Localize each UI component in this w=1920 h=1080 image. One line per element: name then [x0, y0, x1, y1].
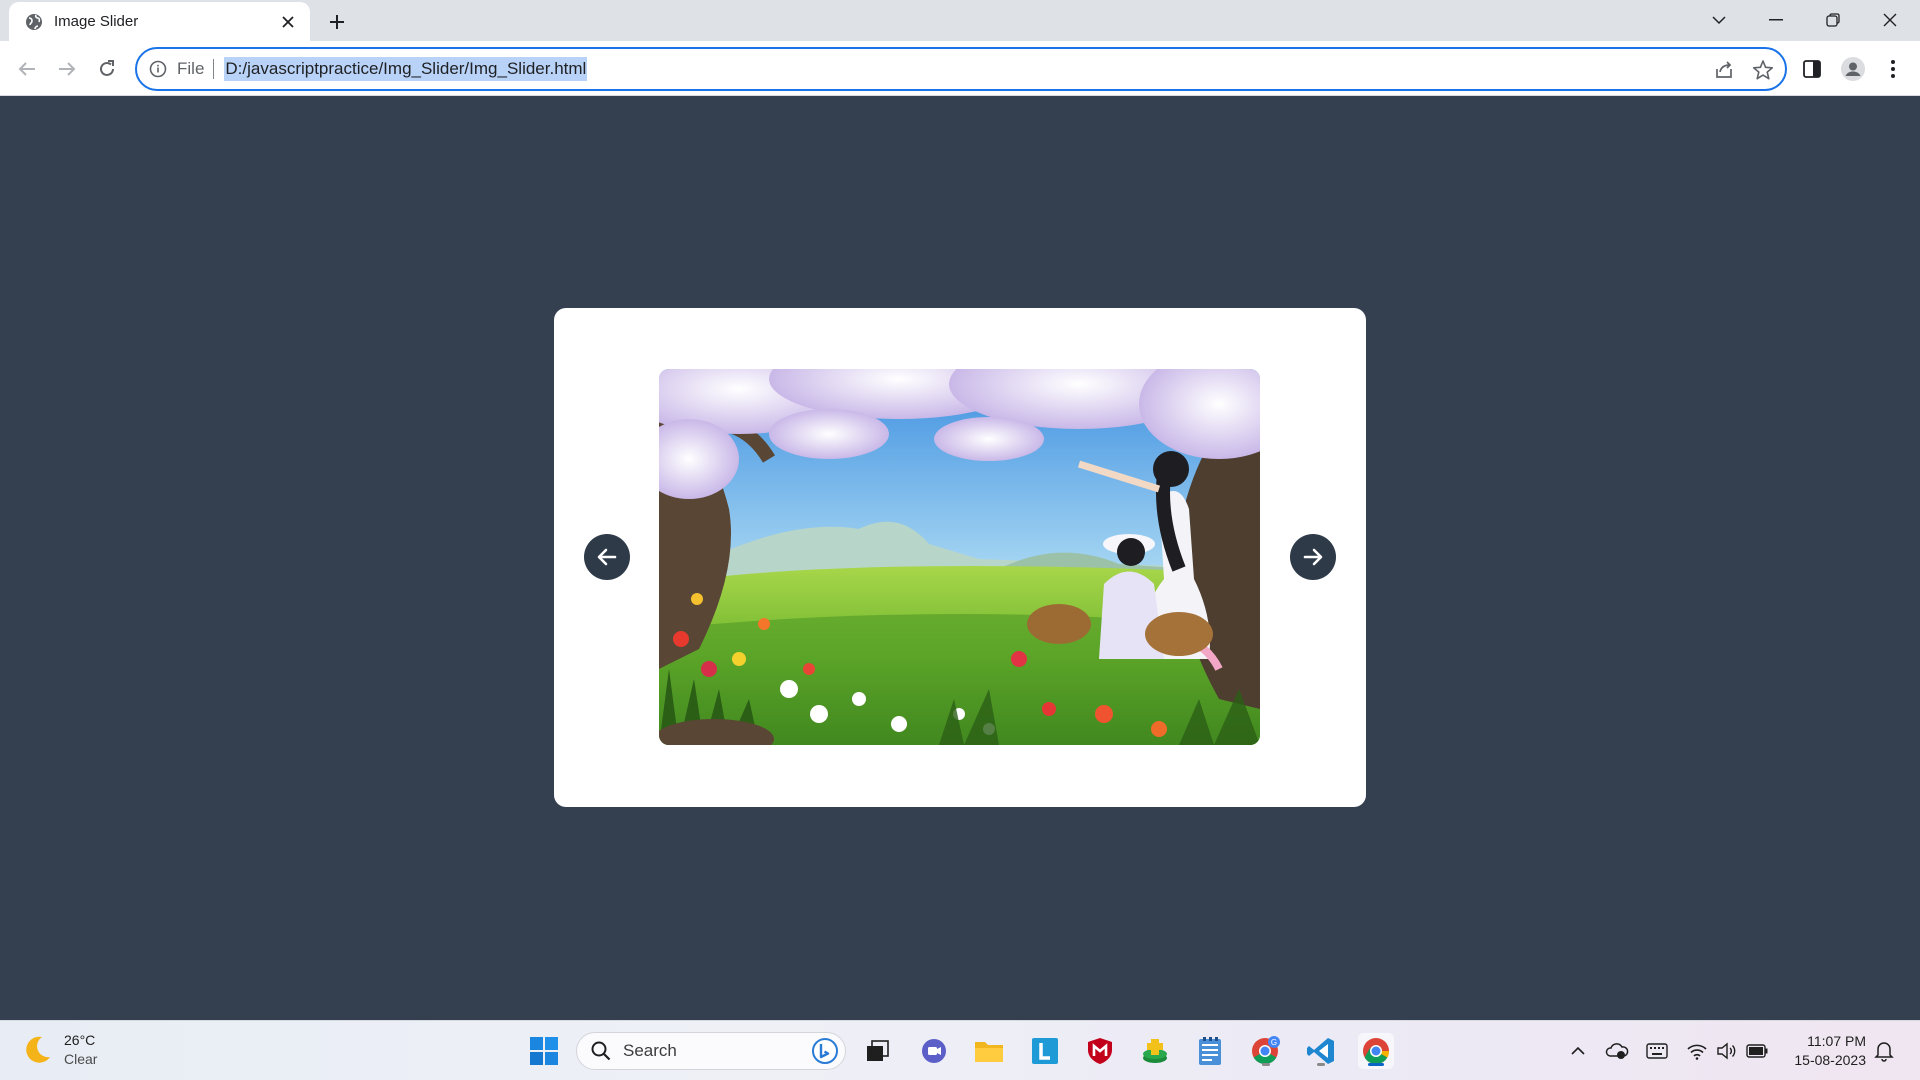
file-explorer-button[interactable]: [971, 1033, 1007, 1069]
minimize-button[interactable]: [1754, 6, 1798, 34]
windows-logo-icon: [530, 1037, 558, 1065]
page-viewport: [0, 96, 1920, 1020]
notification-bell-icon[interactable]: [1872, 1039, 1896, 1063]
vscode-icon: [1307, 1038, 1334, 1064]
chrome-button[interactable]: [1358, 1033, 1394, 1069]
close-window-button[interactable]: [1868, 6, 1912, 34]
clock-date: 15-08-2023: [1794, 1052, 1866, 1068]
search-icon: [591, 1041, 611, 1061]
forward-arrow-icon[interactable]: [54, 56, 80, 82]
weather-temperature: 26°C: [64, 1032, 96, 1048]
browser-tab[interactable]: Image Slider: [9, 2, 310, 41]
task-view-button[interactable]: [860, 1033, 896, 1069]
task-view-icon: [867, 1040, 889, 1061]
new-tab-button[interactable]: [325, 10, 349, 34]
site-info-icon[interactable]: [149, 60, 167, 78]
l-app-button[interactable]: [1027, 1033, 1063, 1069]
start-button[interactable]: [526, 1033, 562, 1069]
taskbar: 26°C Clear Search G 11:07 PM 15-08-2023: [0, 1020, 1920, 1080]
app-stack-icon: [1143, 1039, 1167, 1063]
url-text[interactable]: D:/javascriptpractice/Img_Slider/Img_Sli…: [224, 57, 588, 81]
search-label: Search: [623, 1041, 677, 1060]
back-arrow-icon[interactable]: [14, 56, 40, 82]
active-indicator: [1368, 1063, 1384, 1066]
mcafee-shield-icon: [1088, 1038, 1112, 1064]
volume-icon[interactable]: [1715, 1039, 1739, 1063]
running-indicator: [1262, 1063, 1270, 1066]
mcafee-button[interactable]: [1082, 1033, 1118, 1069]
address-separator: [213, 59, 215, 79]
teams-chat-button[interactable]: [916, 1033, 952, 1069]
browser-toolbar: File D:/javascriptpractice/Img_Slider/Im…: [0, 41, 1920, 96]
weather-condition: Clear: [64, 1051, 98, 1067]
slider-card: [554, 308, 1366, 807]
arrow-left-icon: [597, 548, 617, 566]
moon-icon: [20, 1033, 54, 1067]
show-hidden-icons-chevron-icon[interactable]: [1566, 1039, 1590, 1063]
side-panel-icon[interactable]: [1798, 55, 1826, 83]
folder-icon: [975, 1042, 1003, 1062]
running-indicator: [1317, 1063, 1325, 1066]
chrome-profile-button[interactable]: G: [1248, 1033, 1284, 1069]
slide-image: [659, 369, 1260, 745]
onedrive-sync-icon[interactable]: [1605, 1039, 1629, 1063]
app-stack-button[interactable]: [1137, 1033, 1173, 1069]
tab-search-chevron-icon[interactable]: [1697, 6, 1741, 34]
keyboard-icon[interactable]: [1645, 1039, 1669, 1063]
bookmark-star-icon[interactable]: [1752, 59, 1774, 81]
wifi-icon[interactable]: [1685, 1039, 1709, 1063]
vscode-button[interactable]: [1303, 1033, 1339, 1069]
weather-widget[interactable]: 26°C Clear: [20, 1031, 97, 1069]
teams-chat-icon: [922, 1039, 946, 1063]
prev-slide-button[interactable]: [584, 534, 630, 580]
next-slide-button[interactable]: [1290, 534, 1336, 580]
battery-icon[interactable]: [1745, 1039, 1769, 1063]
chrome-badge: G: [1271, 1038, 1277, 1047]
bing-icon[interactable]: [811, 1037, 839, 1065]
chrome-icon: [1363, 1038, 1390, 1065]
taskbar-clock[interactable]: 11:07 PM 15-08-2023: [1780, 1032, 1866, 1070]
address-bar[interactable]: File D:/javascriptpractice/Img_Slider/Im…: [135, 47, 1787, 91]
tab-title: Image Slider: [54, 13, 139, 30]
profile-avatar-icon[interactable]: [1839, 55, 1867, 83]
restore-button[interactable]: [1811, 6, 1855, 34]
more-menu-icon[interactable]: [1879, 55, 1907, 83]
taskbar-search[interactable]: Search: [576, 1032, 846, 1070]
tab-strip: Image Slider: [0, 0, 1920, 41]
arrow-right-icon: [1303, 548, 1323, 566]
l-app-icon: [1032, 1038, 1058, 1064]
clock-time: 11:07 PM: [1807, 1033, 1866, 1049]
globe-icon: [25, 13, 43, 31]
spring-meadow-two-girls-image: [659, 369, 1260, 745]
address-scheme-label: File: [177, 59, 205, 78]
notepad-button[interactable]: [1192, 1033, 1228, 1069]
tab-close-icon[interactable]: [278, 12, 298, 32]
notepad-icon: [1199, 1037, 1221, 1065]
reload-icon[interactable]: [94, 56, 120, 82]
share-icon[interactable]: [1713, 59, 1735, 81]
